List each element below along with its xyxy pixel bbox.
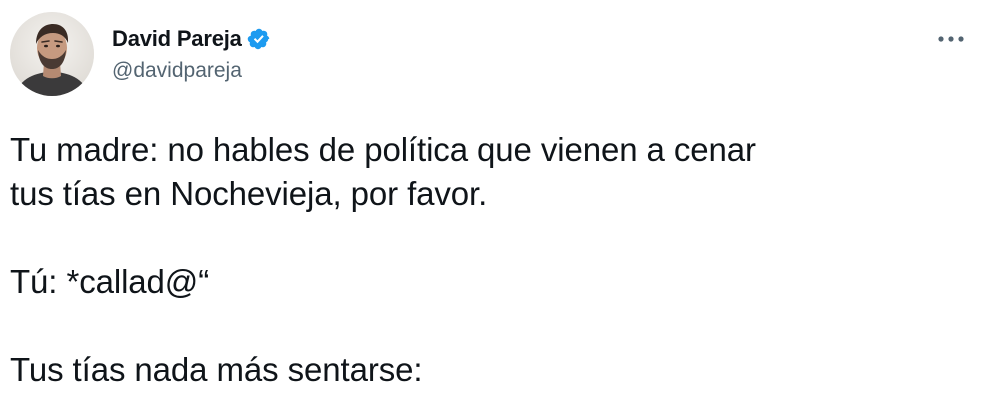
display-name[interactable]: David Pareja <box>112 26 242 52</box>
user-meta: David Pareja @davidpareja <box>112 12 271 83</box>
more-options-button[interactable] <box>934 22 968 56</box>
tweet-card: David Pareja @davidpareja Tu madre: no h… <box>0 0 982 410</box>
name-row: David Pareja <box>112 25 271 53</box>
tweet-text: Tu madre: no hables de política que vien… <box>10 128 950 392</box>
more-horizontal-icon <box>938 36 964 42</box>
verified-badge-icon <box>247 27 271 51</box>
tweet-text-line: tus tías en Nochevieja, por favor. <box>10 175 488 212</box>
tweet-text-line: Tu madre: no hables de política que vien… <box>10 131 756 168</box>
avatar-photo-icon <box>10 12 94 96</box>
user-handle[interactable]: @davidpareja <box>112 59 271 83</box>
avatar[interactable] <box>10 12 94 96</box>
tweet-header: David Pareja @davidpareja <box>10 12 271 96</box>
tweet-text-line: Tus tías nada más sentarse: <box>10 351 423 388</box>
tweet-text-line: Tú: *callad@“ <box>10 263 210 300</box>
